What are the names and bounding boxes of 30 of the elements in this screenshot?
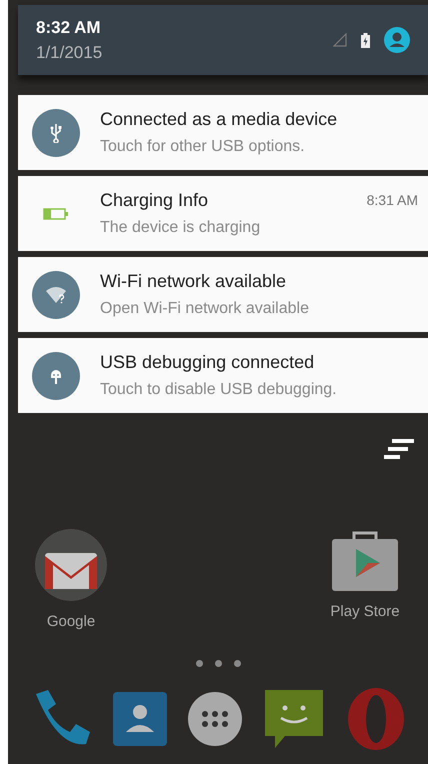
notification-card[interactable]: Wi-Fi network available Open Wi-Fi network available (18, 257, 428, 332)
app-label[interactable]: Google (46, 611, 96, 634)
notification-card[interactable]: Charging Info 8:31 AM The device is charging (18, 176, 428, 251)
chat-bubble-icon[interactable] (263, 688, 325, 750)
signal-icon (333, 33, 347, 47)
notification-text: The device is charging (100, 218, 262, 238)
notification-text: Open Wi-Fi network available (100, 299, 310, 319)
envelope-icon[interactable] (35, 529, 107, 601)
notification-text: Touch for other USB options. (100, 137, 306, 157)
contact-card-icon[interactable] (113, 692, 167, 746)
shopping-bag-icon[interactable] (330, 529, 400, 591)
notification-card[interactable]: USB debugging connected Touch to disable USB debugging. (18, 338, 428, 413)
notification-time: 8:31 AM (366, 191, 418, 210)
notification-title: Charging Info (100, 189, 208, 212)
notification-card[interactable]: Connected as a media device Touch for other USB options. (18, 95, 428, 170)
date-text: 1/1/2015 (36, 42, 102, 63)
wifi-icon (32, 270, 80, 318)
notification-text: Touch to disable USB debugging. (100, 380, 338, 400)
clock-time: 8:32 AM (36, 17, 102, 38)
notification-title: Connected as a media device (100, 108, 338, 131)
notification-title: Wi-Fi network available (100, 270, 286, 293)
battery-icon (43, 208, 69, 220)
profile-icon[interactable] (384, 27, 410, 53)
clear-all-icon[interactable] (384, 439, 414, 459)
robot-icon (32, 352, 80, 400)
app-grid-icon[interactable] (188, 692, 242, 746)
notification-title: USB debugging connected (100, 351, 314, 374)
battery-charging-icon (361, 32, 370, 48)
app-label[interactable]: Play Store (330, 601, 400, 624)
usb-icon (32, 108, 80, 156)
